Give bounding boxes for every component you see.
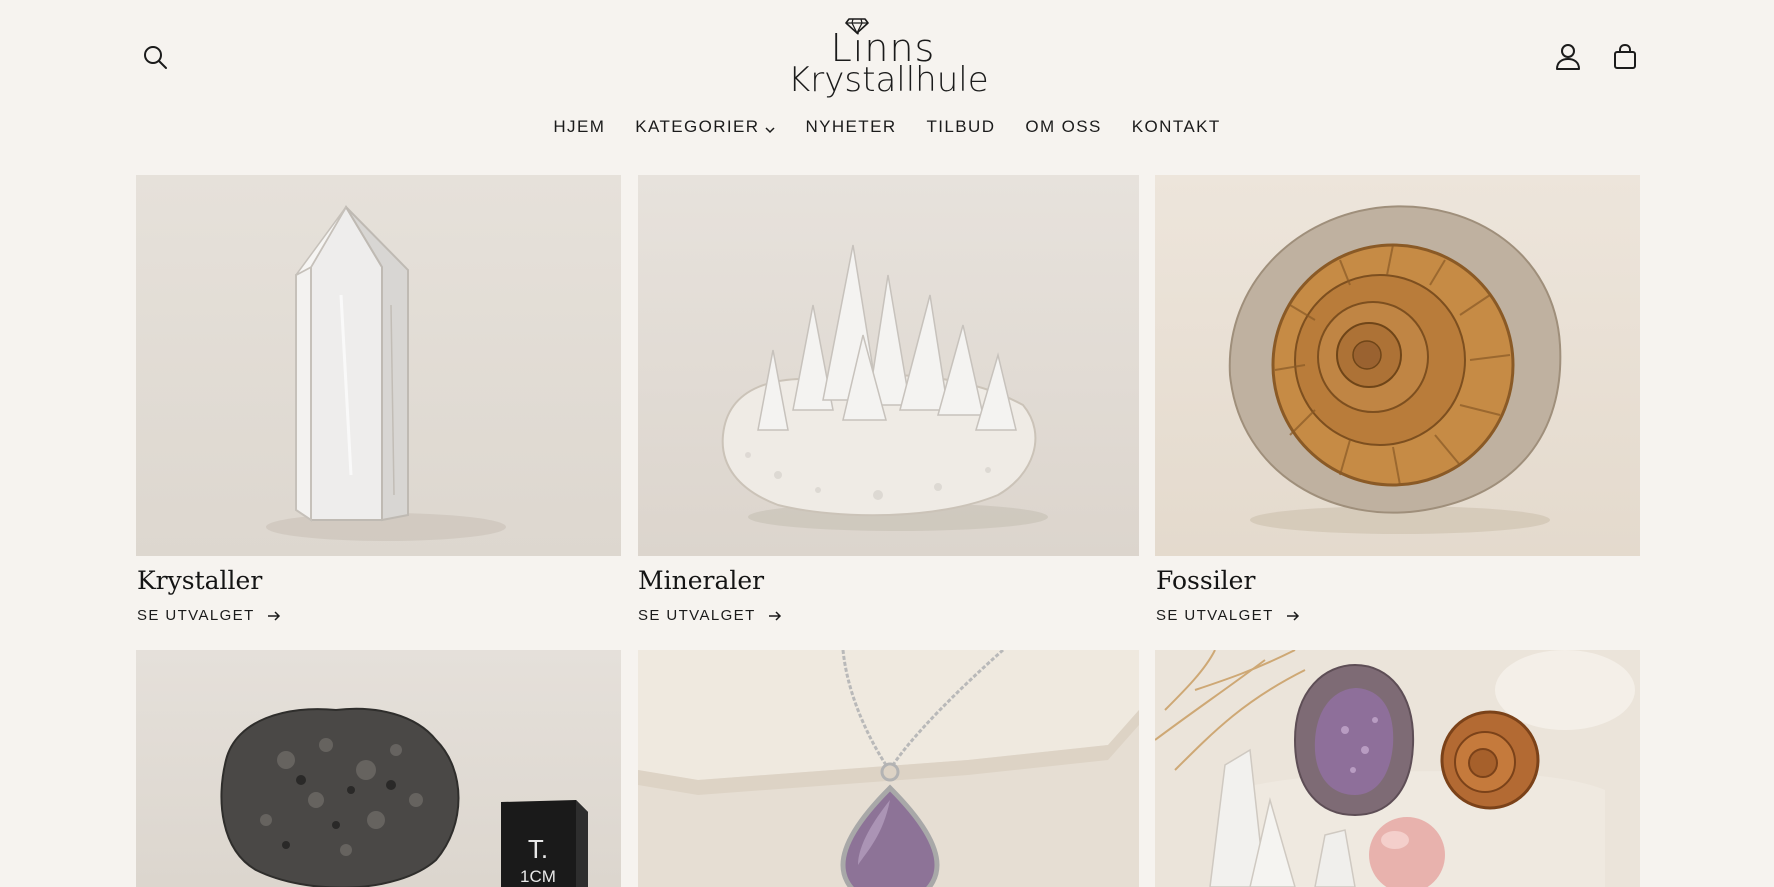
amethyst-pendant-illustration [638,650,1139,887]
cart-button[interactable] [1605,37,1645,77]
chevron-down-icon [765,123,775,137]
logo-line-2: Krystallhule [788,60,989,100]
gem-collection-illustration [1155,650,1635,887]
shopping-bag-icon [1614,44,1636,69]
nav-label: KONTAKT [1131,117,1221,136]
size-cube-label: 1CM [520,867,556,886]
nav-item-kategorier[interactable]: KATEGORIER [620,117,790,137]
nav-item-nyheter[interactable]: NYHETER [790,117,911,137]
arrow-right-icon [267,610,280,621]
category-image-meteorite[interactable]: T. 1CM [136,650,621,887]
link-label: SE UTVALGET [638,607,756,624]
category-image-mineraler[interactable] [638,175,1139,556]
nav-label: KATEGORIER [635,117,760,136]
nav-label: OM OSS [1025,117,1102,136]
search-icon [144,46,167,69]
category-image-jewelry[interactable] [638,650,1139,887]
category-title[interactable]: Mineraler [638,566,764,595]
category-image-krystaller[interactable] [136,175,621,556]
quartz-point-illustration [266,205,506,541]
ammonite-illustration [1228,205,1562,534]
link-label: SE UTVALGET [1156,607,1274,624]
link-label: SE UTVALGET [137,607,255,624]
main-nav: HJEM KATEGORIER NYHETER TILBUD OM OSS KO… [0,117,1774,137]
nav-item-hjem[interactable]: HJEM [538,117,620,137]
meteorite-illustration: T. 1CM [220,707,588,887]
quartz-cluster-illustration [721,244,1048,531]
nav-label: TILBUD [926,117,996,136]
nav-item-om-oss[interactable]: OM OSS [1010,117,1116,137]
site-header: Linns Krystallhule HJEM KATEGORIER NYHET… [0,0,1774,150]
nav-item-tilbud[interactable]: TILBUD [912,117,1011,137]
account-button[interactable] [1548,37,1588,77]
see-selection-link[interactable]: SE UTVALGET [1156,607,1300,624]
user-icon [1556,44,1580,70]
nav-label: HJEM [553,117,606,136]
nav-item-kontakt[interactable]: KONTAKT [1117,117,1236,137]
category-image-fossiler[interactable] [1155,175,1640,556]
category-title[interactable]: Fossiler [1156,566,1255,595]
site-logo[interactable]: Linns Krystallhule [788,16,989,100]
see-selection-link[interactable]: SE UTVALGET [638,607,782,624]
size-cube-letter: T. [528,834,548,864]
arrow-right-icon [768,610,781,621]
see-selection-link[interactable]: SE UTVALGET [137,607,281,624]
search-button[interactable] [135,37,175,77]
nav-label: NYHETER [805,117,897,136]
category-title[interactable]: Krystaller [137,566,262,595]
category-image-collection[interactable] [1155,650,1640,887]
arrow-right-icon [1286,610,1299,621]
